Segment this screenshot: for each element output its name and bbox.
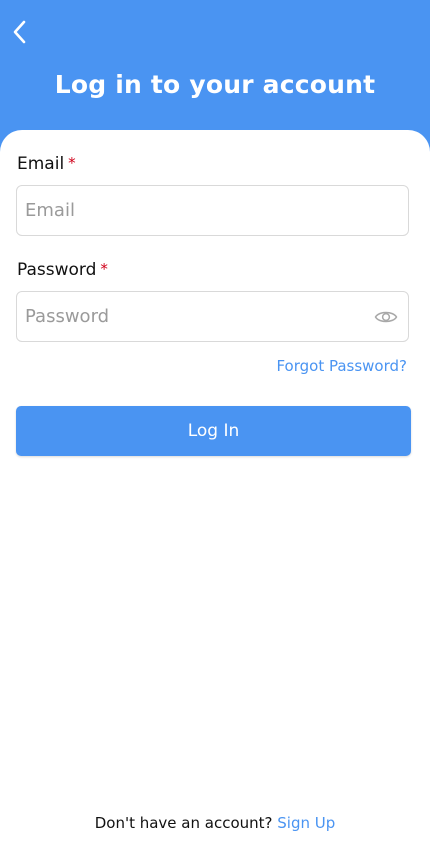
toggle-password-visibility-button[interactable] xyxy=(374,306,398,328)
form-sheet xyxy=(0,130,430,865)
login-screen: Log in to your account Email* Password* … xyxy=(0,0,430,865)
password-required-mark: * xyxy=(100,260,108,278)
email-field[interactable] xyxy=(25,186,365,235)
forgot-password-link[interactable]: Forgot Password? xyxy=(276,357,407,375)
chevron-left-icon xyxy=(13,20,26,44)
eye-icon xyxy=(374,311,398,323)
login-button[interactable]: Log In xyxy=(16,406,411,456)
signup-prompt: Don't have an account? Sign Up xyxy=(0,814,430,832)
email-required-mark: * xyxy=(68,154,76,172)
signup-prompt-text: Don't have an account? xyxy=(94,814,273,832)
signup-link[interactable]: Sign Up xyxy=(277,814,335,832)
password-field[interactable] xyxy=(25,292,365,341)
password-label: Password xyxy=(17,260,97,280)
email-label-row: Email * xyxy=(17,154,76,174)
email-label: Email xyxy=(17,154,65,174)
page-title: Log in to your account xyxy=(54,70,376,99)
email-field-container xyxy=(16,185,409,236)
password-label-row: Password * xyxy=(17,260,108,280)
password-field-container xyxy=(16,291,409,342)
back-button[interactable] xyxy=(6,18,34,46)
